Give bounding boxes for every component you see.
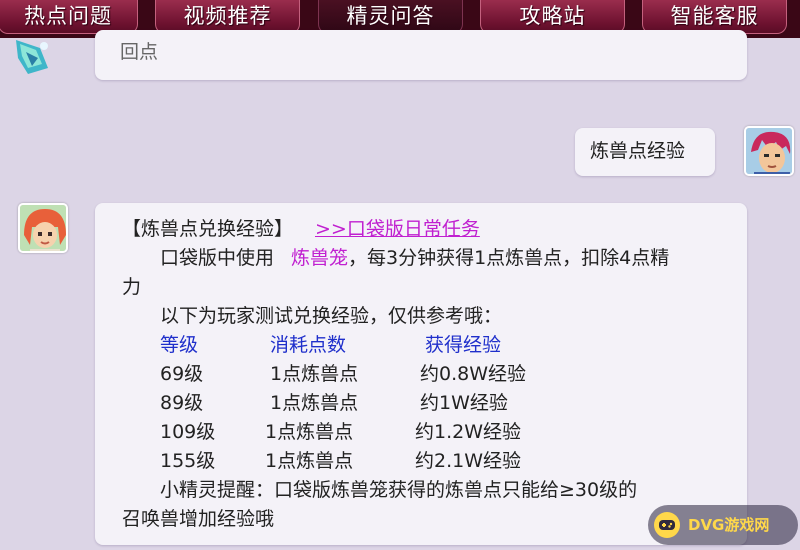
tab-hot-questions[interactable]: 热点问题: [0, 0, 138, 34]
reply-line1-start: 口袋版中使用: [160, 247, 275, 269]
table-row-exp: 约1.2W经验: [415, 421, 522, 443]
user-message-bubble: 炼兽点经验: [575, 128, 715, 176]
reply-line1-end: ，每3分钟获得1点炼兽点，扣除4点精: [348, 247, 670, 269]
tab-smart-service[interactable]: 智能客服: [642, 0, 787, 34]
tab-video-recommend[interactable]: 视频推荐: [155, 0, 300, 34]
reply-tip-line1: 小精灵提醒：口袋版炼兽笼获得的炼兽点只能给≥30级的: [160, 479, 638, 501]
daily-task-link[interactable]: >>口袋版日常任务: [315, 215, 480, 244]
prev-bot-bubble: 回点: [95, 30, 747, 80]
prev-message-text: 回点: [120, 41, 159, 63]
table-row-cost: 1点炼兽点: [265, 450, 354, 472]
table-row-exp: 约0.8W经验: [420, 363, 527, 385]
table-row-level: 89级: [160, 392, 204, 414]
watermark-text: DVG游戏网: [688, 516, 770, 534]
col-header-cost: 消耗点数: [270, 334, 347, 356]
table-row-level: 69级: [160, 363, 204, 385]
fairy-sprite-icon: [10, 38, 54, 78]
reply-tip-line2: 召唤兽增加经验哦: [122, 508, 275, 530]
gamepad-icon: [654, 512, 680, 538]
reply-line1-item: 炼兽笼: [291, 247, 349, 269]
tab-guide-station[interactable]: 攻略站: [480, 0, 625, 34]
table-row-exp: 约1W经验: [420, 392, 508, 414]
site-watermark: DVG游戏网: [648, 505, 798, 545]
table-row-level: 109级: [160, 421, 216, 443]
table-row-cost: 1点炼兽点: [270, 392, 359, 414]
col-header-exp: 获得经验: [425, 334, 502, 356]
table-row-exp: 约2.1W经验: [415, 450, 522, 472]
table-row-cost: 1点炼兽点: [265, 421, 354, 443]
red-hair-warrior-avatar: [744, 126, 794, 176]
tab-sprite-qa[interactable]: 精灵问答: [318, 0, 463, 34]
table-row-level: 155级: [160, 450, 216, 472]
bot-reply-bubble: 【炼兽点兑换经验】 >>口袋版日常任务 口袋版中使用 炼兽笼 ，每3分钟获得1点…: [95, 203, 747, 545]
reply-title: 【炼兽点兑换经验】: [122, 218, 294, 240]
table-row-cost: 1点炼兽点: [270, 363, 359, 385]
red-hair-girl-avatar: [18, 203, 68, 253]
col-header-level: 等级: [160, 334, 199, 356]
reply-line2: 力: [122, 276, 142, 298]
user-message-text: 炼兽点经验: [590, 140, 686, 162]
reply-intro: 以下为玩家测试兑换经验，仅供参考哦：: [160, 305, 503, 327]
